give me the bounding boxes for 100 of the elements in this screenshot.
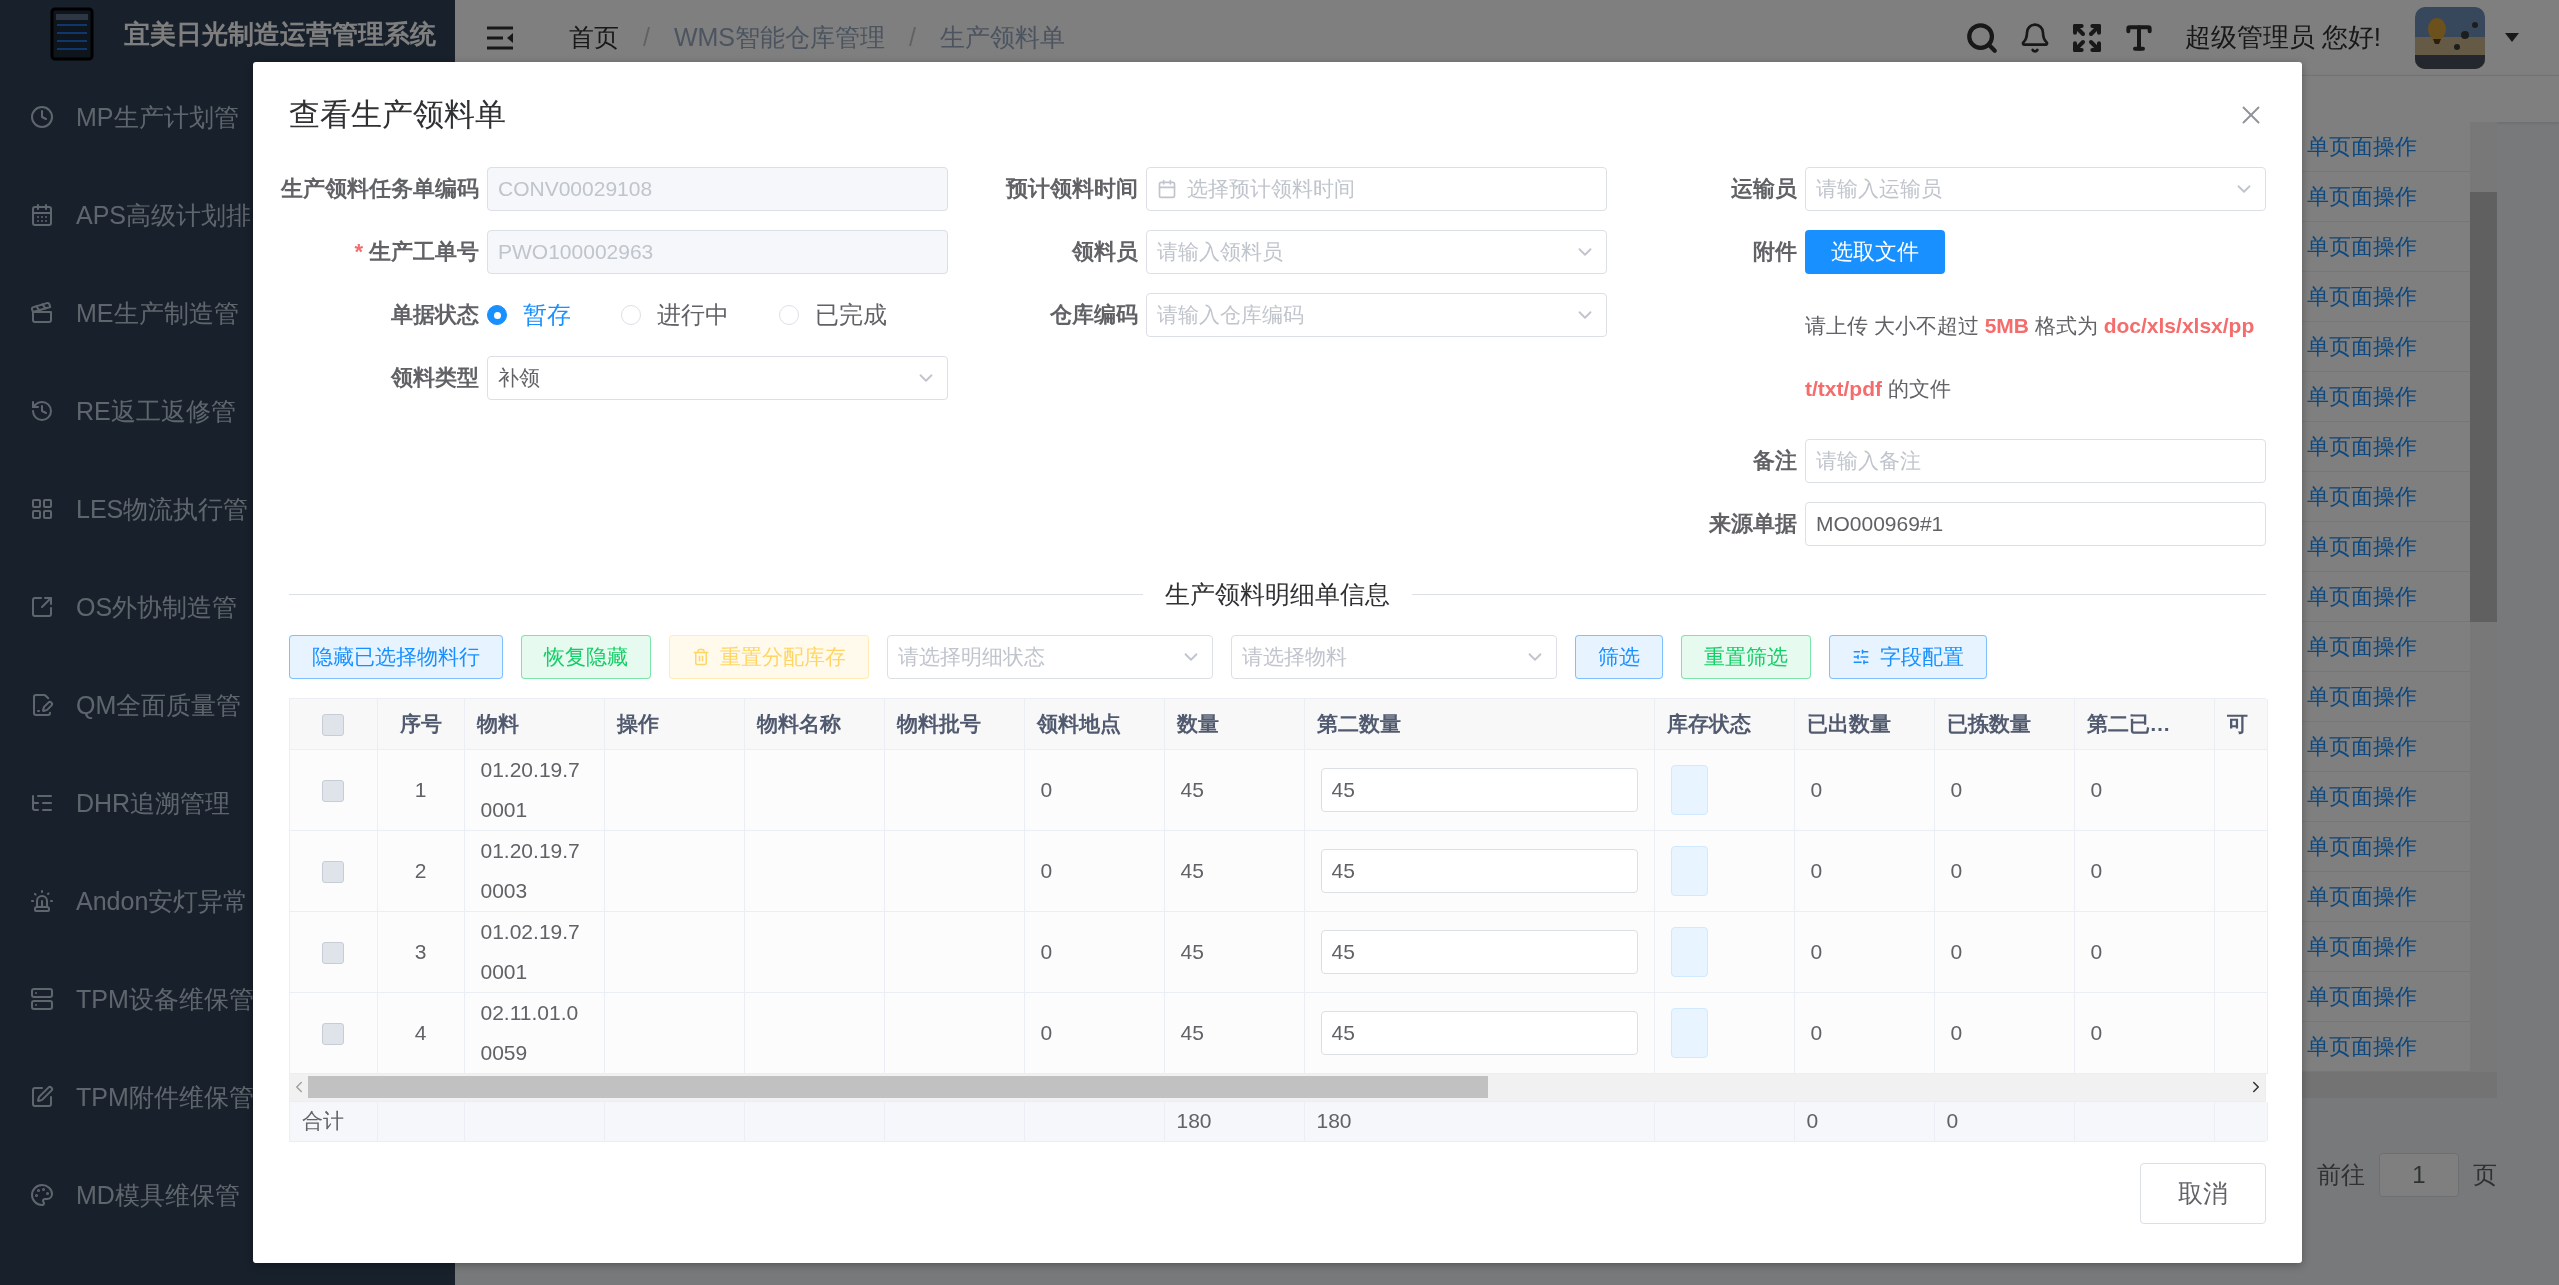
checkbox[interactable]: [322, 860, 345, 883]
checkbox[interactable]: [322, 713, 345, 736]
radio-option[interactable]: 已完成: [779, 299, 887, 331]
palette-icon: [30, 1183, 54, 1207]
field-label: 来源单据: [1709, 510, 1797, 538]
field-label: 预计领料时间: [1006, 175, 1138, 203]
table-cell: 45: [1164, 992, 1304, 1073]
goto-label: 前往: [2317, 1160, 2365, 1190]
stock-status-tag: [1670, 845, 1708, 896]
table-cell: 4: [377, 992, 464, 1073]
column-header: 数量: [1164, 699, 1304, 749]
table-cell: 45: [1164, 911, 1304, 992]
select-field[interactable]: 请输入仓库编码: [1146, 293, 1607, 337]
quantity-input[interactable]: 45: [1320, 929, 1638, 974]
search-icon[interactable]: [1964, 20, 1999, 55]
choose-file-button[interactable]: 选取文件: [1805, 230, 1945, 274]
dialog-title: 查看生产领料单: [289, 95, 506, 134]
column-header: 物料批号: [884, 699, 1024, 749]
table-cell: 0: [2074, 992, 2214, 1073]
table-cell: 0: [1934, 992, 2074, 1073]
toolbar-button[interactable]: 筛选: [1575, 635, 1663, 679]
caret-down-icon[interactable]: [2505, 33, 2519, 42]
table-cell: 45: [1164, 830, 1304, 911]
menu-icon[interactable]: [485, 24, 515, 51]
table-cell: 01.02.19.70001: [464, 911, 604, 992]
quantity-input[interactable]: 45: [1320, 848, 1638, 893]
column-header: 第二已…: [2074, 699, 2214, 749]
field-label: 领料员: [1072, 238, 1138, 266]
table-cell: 01.20.19.70003: [464, 830, 604, 911]
table-cell: 合计: [290, 1101, 377, 1141]
table-cell: 01.20.19.70001: [464, 749, 604, 830]
select-field[interactable]: 请选择明细状态: [887, 635, 1213, 679]
app-title: 宜美日光制造运营管理系统: [124, 17, 436, 51]
toolbar-button[interactable]: 隐藏已选择物料行: [289, 635, 503, 679]
server-icon: [30, 987, 54, 1011]
sidebar-item[interactable]: MD模具维保管: [0, 1146, 455, 1244]
field-label: 领料类型: [391, 364, 479, 392]
column-header: 物料名称: [744, 699, 884, 749]
trash-icon: [692, 648, 710, 666]
table-cell: 0: [1934, 911, 2074, 992]
scrollbar-thumb[interactable]: [308, 1076, 1488, 1098]
table-cell: 0: [2074, 911, 2214, 992]
table-cell: 02.11.01.00059: [464, 992, 604, 1073]
breadcrumb-separator: /: [643, 23, 650, 52]
checkbox[interactable]: [322, 1022, 345, 1045]
section-title: 生产领料明细单信息: [1165, 579, 1390, 610]
calendar-icon: [1157, 179, 1177, 199]
logo-icon: [50, 7, 94, 61]
table-cell: 0: [1794, 749, 1934, 830]
calendar-icon: [30, 203, 54, 227]
column-header: 第二数量: [1304, 699, 1654, 749]
sidebar-item[interactable]: LES物流执行管: [0, 460, 455, 558]
column-header: 物料: [464, 699, 604, 749]
table-cell: 0: [1794, 992, 1934, 1073]
stock-status-tag: [1670, 926, 1708, 977]
radio-option[interactable]: 进行中: [621, 299, 729, 331]
checkbox[interactable]: [322, 941, 345, 964]
table-cell: 0: [1024, 749, 1164, 830]
breadcrumb-item[interactable]: 首页: [569, 21, 619, 54]
fullscreen-icon[interactable]: [2070, 21, 2103, 54]
table-cell: 2: [377, 830, 464, 911]
column-header: 已出数量: [1794, 699, 1934, 749]
table-cell: 45: [1164, 749, 1304, 830]
breadcrumb-separator: /: [909, 23, 916, 52]
quantity-input[interactable]: 45: [1320, 767, 1638, 812]
toolbar-button[interactable]: 字段配置: [1829, 635, 1987, 679]
checkbox[interactable]: [322, 779, 345, 802]
quantity-input[interactable]: 45: [1320, 1010, 1638, 1055]
table-cell: 180: [1164, 1101, 1304, 1141]
column-header: 操作: [604, 699, 744, 749]
toolbar-button[interactable]: 恢复隐藏: [521, 635, 651, 679]
toolbar-button[interactable]: 重置筛选: [1681, 635, 1811, 679]
field-label: 运输员: [1731, 175, 1797, 203]
table-cell: 3: [377, 911, 464, 992]
scrollbar-thumb[interactable]: [2470, 192, 2497, 622]
date-field[interactable]: 选择预计领料时间: [1146, 167, 1607, 211]
greeting-text: 超级管理员 您好!: [2184, 21, 2381, 54]
stock-status-tag: [1670, 764, 1708, 815]
cancel-button[interactable]: 取消: [2140, 1162, 2266, 1224]
field-label: * 生产工单号: [354, 238, 479, 266]
clapperboard-icon: [30, 301, 54, 325]
column-header: 已拣数量: [1934, 699, 2074, 749]
select-field[interactable]: 请输入运输员: [1805, 167, 2266, 211]
select-field[interactable]: 请输入领料员: [1146, 230, 1607, 274]
page-input[interactable]: 1: [2379, 1153, 2459, 1197]
input-field[interactable]: 请输入备注: [1805, 439, 2266, 483]
select-field[interactable]: 补领: [487, 356, 948, 400]
history-icon: [30, 399, 54, 423]
select-field[interactable]: 请选择物料: [1231, 635, 1557, 679]
external-link-icon: [30, 595, 54, 619]
input-field[interactable]: MO000969#1: [1805, 502, 2266, 546]
radio-option[interactable]: 暂存: [487, 299, 571, 331]
edit-icon: [30, 1085, 54, 1109]
clock-icon: [30, 105, 54, 129]
table-cell: 0: [1794, 911, 1934, 992]
table-cell: 0: [1934, 830, 2074, 911]
grid-icon: [30, 497, 54, 521]
field-label: 生产领料任务单编码: [281, 175, 479, 203]
field-label: 仓库编码: [1050, 301, 1138, 329]
table-cell: 0: [2074, 830, 2214, 911]
